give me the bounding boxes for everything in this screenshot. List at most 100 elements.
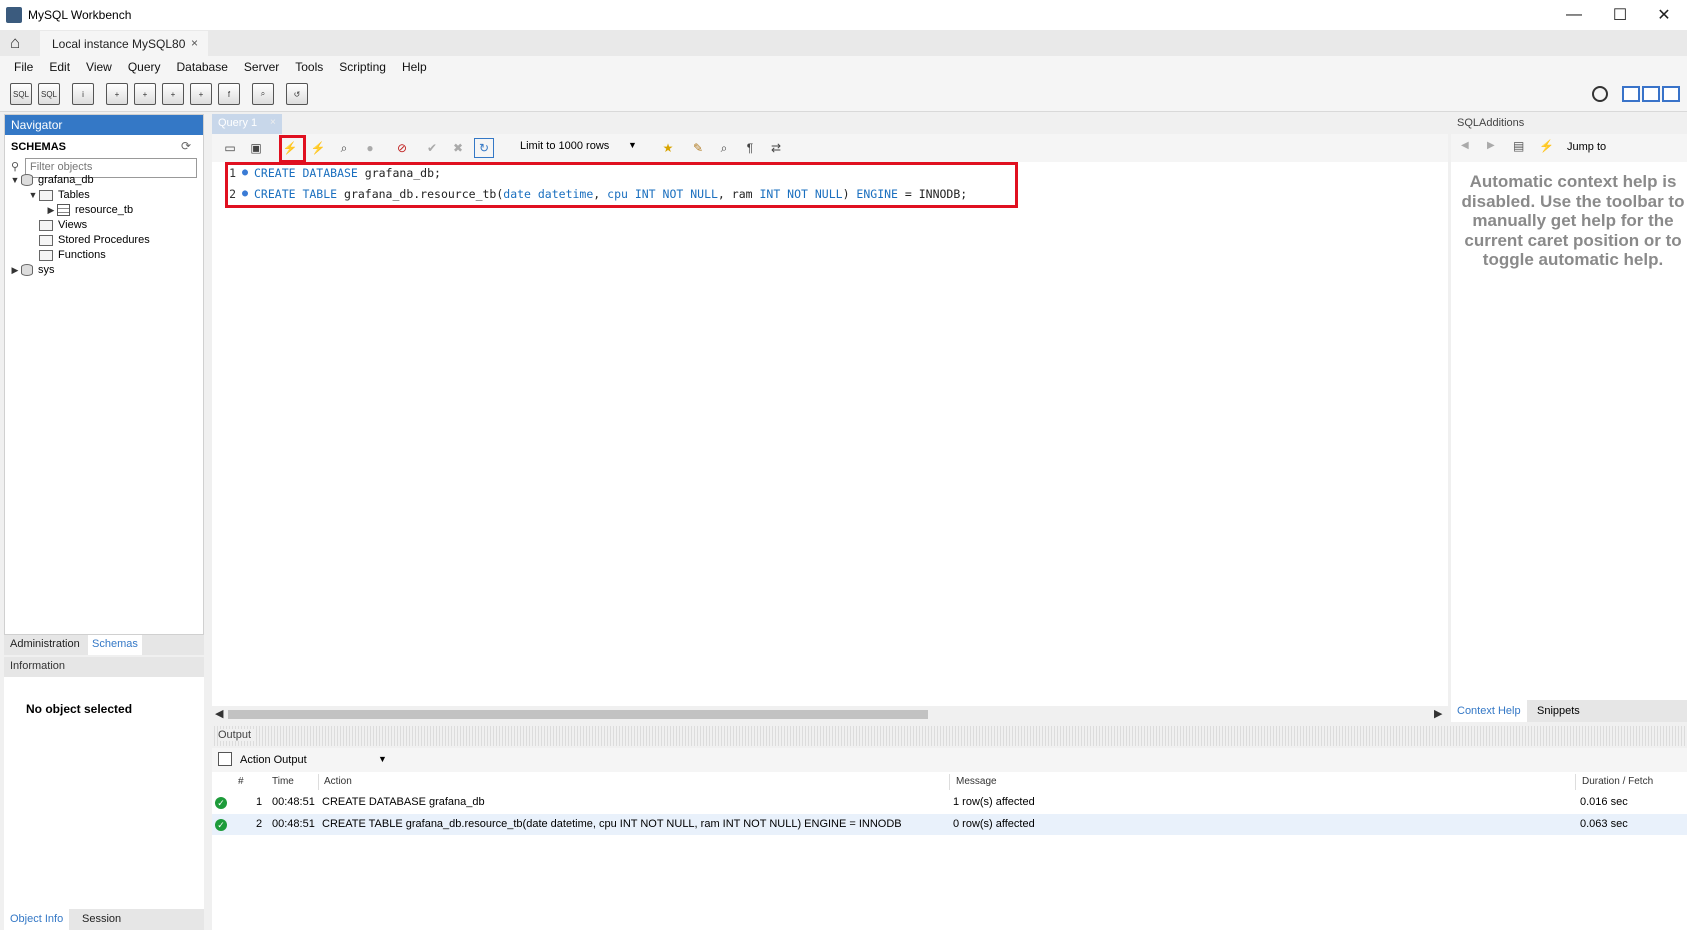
toggle-output-icon[interactable]	[1642, 86, 1660, 102]
success-check-icon: ✓	[215, 819, 227, 831]
tab-snippets[interactable]: Snippets	[1537, 705, 1580, 717]
tree-item-sys[interactable]: ▶ sys	[9, 262, 55, 278]
create-procedure-icon[interactable]: +	[190, 83, 212, 105]
table-icon	[57, 204, 70, 216]
menu-view[interactable]: View	[78, 56, 120, 78]
navigator-tabs: Administration Schemas	[4, 635, 204, 655]
row-duration: 0.063 sec	[1580, 818, 1628, 830]
beautify-icon[interactable]: ✎	[688, 138, 708, 158]
column-header-message[interactable]: Message	[956, 776, 997, 787]
column-header-time[interactable]: Time	[272, 776, 294, 787]
refresh-schemas-icon[interactable]: ⟳	[181, 139, 191, 153]
rollback-icon[interactable]: ✖	[448, 138, 468, 158]
tree-item-functions[interactable]: Functions	[27, 247, 106, 263]
close-button[interactable]: ✕	[1641, 0, 1687, 30]
tree-item-views[interactable]: Views	[27, 217, 87, 233]
chevron-down-icon[interactable]: ▼	[628, 140, 637, 150]
tab-schemas[interactable]: Schemas	[88, 635, 142, 655]
home-icon[interactable]: ⌂	[10, 34, 30, 51]
menu-bar: File Edit View Query Database Server Too…	[0, 56, 1687, 78]
toggle-secondary-sidebar-icon[interactable]	[1662, 86, 1680, 102]
save-file-icon[interactable]: ▣	[246, 138, 266, 158]
inspector-icon[interactable]: i	[72, 83, 94, 105]
expand-arrow-icon[interactable]: ▼	[9, 175, 21, 185]
menu-help[interactable]: Help	[394, 56, 435, 78]
explain-icon[interactable]: ⌕	[334, 138, 354, 158]
menu-edit[interactable]: Edit	[41, 56, 78, 78]
open-sql-script-icon[interactable]: SQL	[38, 83, 60, 105]
tab-context-help[interactable]: Context Help	[1451, 700, 1527, 722]
auto-help-icon[interactable]: ⚡	[1539, 139, 1554, 153]
expand-arrow-icon[interactable]: ▼	[27, 190, 39, 200]
output-toolbar: Action Output ▼	[212, 748, 1687, 772]
create-table-icon[interactable]: +	[134, 83, 156, 105]
output-row[interactable]: ✓ 1 00:48:51 CREATE DATABASE grafana_db …	[212, 792, 1687, 813]
copy-icon[interactable]	[218, 752, 232, 766]
tab-session[interactable]: Session	[82, 913, 121, 925]
search-table-data-icon[interactable]: ⌕	[252, 83, 274, 105]
open-file-icon[interactable]: ▭	[220, 138, 240, 158]
new-sql-tab-icon[interactable]: SQL	[10, 83, 32, 105]
close-tab-icon[interactable]: ×	[270, 117, 276, 128]
tree-item-stored-procedures[interactable]: Stored Procedures	[27, 232, 150, 248]
menu-server[interactable]: Server	[236, 56, 287, 78]
add-snippet-icon[interactable]: ★	[658, 138, 678, 158]
commit-icon[interactable]: ✔	[422, 138, 442, 158]
forward-icon[interactable]: ▶	[1487, 140, 1495, 151]
row-duration: 0.016 sec	[1580, 796, 1628, 808]
tree-item-resource-tb[interactable]: ▶ resource_tb	[45, 202, 133, 218]
output-row[interactable]: ✓ 2 00:48:51 CREATE TABLE grafana_db.res…	[212, 814, 1687, 835]
menu-query[interactable]: Query	[120, 56, 169, 78]
tab-query-1[interactable]: Query 1 ×	[212, 114, 282, 134]
column-header-num[interactable]: #	[238, 776, 244, 787]
stop-icon[interactable]: ●	[360, 138, 380, 158]
maximize-button[interactable]: ☐	[1597, 0, 1643, 30]
menu-database[interactable]: Database	[169, 56, 236, 78]
column-header-action[interactable]: Action	[324, 776, 352, 787]
menu-scripting[interactable]: Scripting	[331, 56, 394, 78]
invisible-chars-icon[interactable]: ¶	[740, 138, 760, 158]
close-tab-icon[interactable]: ×	[191, 36, 198, 50]
output-type-select[interactable]: Action Output	[240, 754, 307, 766]
reconnect-icon[interactable]: ↺	[286, 83, 308, 105]
create-view-icon[interactable]: +	[162, 83, 184, 105]
minimize-button[interactable]: —	[1551, 0, 1597, 30]
toggle-sidebar-icon[interactable]	[1622, 86, 1640, 102]
tree-item-grafana-db[interactable]: ▼ grafana_db	[9, 172, 94, 188]
tab-administration[interactable]: Administration	[10, 638, 80, 650]
menu-file[interactable]: File	[6, 56, 41, 78]
autocommit-icon[interactable]: ↻	[474, 138, 494, 158]
connection-tab[interactable]: Local instance MySQL80 ×	[40, 31, 208, 56]
sql-additions-toolbar: ◀ ▶ ▤ ⚡ Jump to	[1451, 134, 1687, 162]
collapse-arrow-icon[interactable]: ▶	[9, 265, 21, 276]
scrollbar-thumb[interactable]	[228, 710, 928, 719]
chevron-down-icon[interactable]: ▼	[378, 754, 387, 764]
folder-icon	[39, 234, 53, 246]
create-function-icon[interactable]: f	[218, 83, 240, 105]
tree-label: Functions	[58, 249, 106, 261]
settings-icon[interactable]	[1592, 86, 1608, 102]
tree-label: Stored Procedures	[58, 234, 150, 246]
find-icon[interactable]: ⌕	[714, 138, 734, 158]
connection-tab-label: Local instance MySQL80	[52, 37, 186, 51]
schemas-label: SCHEMAS	[11, 141, 67, 153]
collapse-arrow-icon[interactable]: ▶	[45, 205, 57, 216]
manual-help-icon[interactable]: ▤	[1513, 139, 1524, 153]
editor-horizontal-scrollbar[interactable]: ◀ ▶	[212, 706, 1448, 722]
tab-object-info[interactable]: Object Info	[4, 909, 70, 930]
scroll-right-icon[interactable]: ▶	[1434, 707, 1442, 720]
sql-editor[interactable]: 1 ● CREATE DATABASE grafana_db; 2 ● CREA…	[212, 162, 1448, 706]
toggle-continue-on-error-icon[interactable]: ⊘	[392, 138, 412, 158]
tree-label: Tables	[58, 189, 90, 201]
scroll-left-icon[interactable]: ◀	[215, 707, 223, 720]
back-icon[interactable]: ◀	[1461, 140, 1469, 151]
folder-icon	[39, 189, 53, 201]
word-wrap-icon[interactable]: ⇄	[766, 138, 786, 158]
tree-item-tables[interactable]: ▼ Tables	[27, 187, 90, 203]
jump-to-label[interactable]: Jump to	[1567, 141, 1606, 153]
menu-tools[interactable]: Tools	[287, 56, 331, 78]
column-header-duration[interactable]: Duration / Fetch	[1582, 776, 1653, 787]
execute-current-icon[interactable]: ⚡	[308, 138, 328, 158]
create-schema-icon[interactable]: +	[106, 83, 128, 105]
window-title: MySQL Workbench	[28, 8, 132, 22]
